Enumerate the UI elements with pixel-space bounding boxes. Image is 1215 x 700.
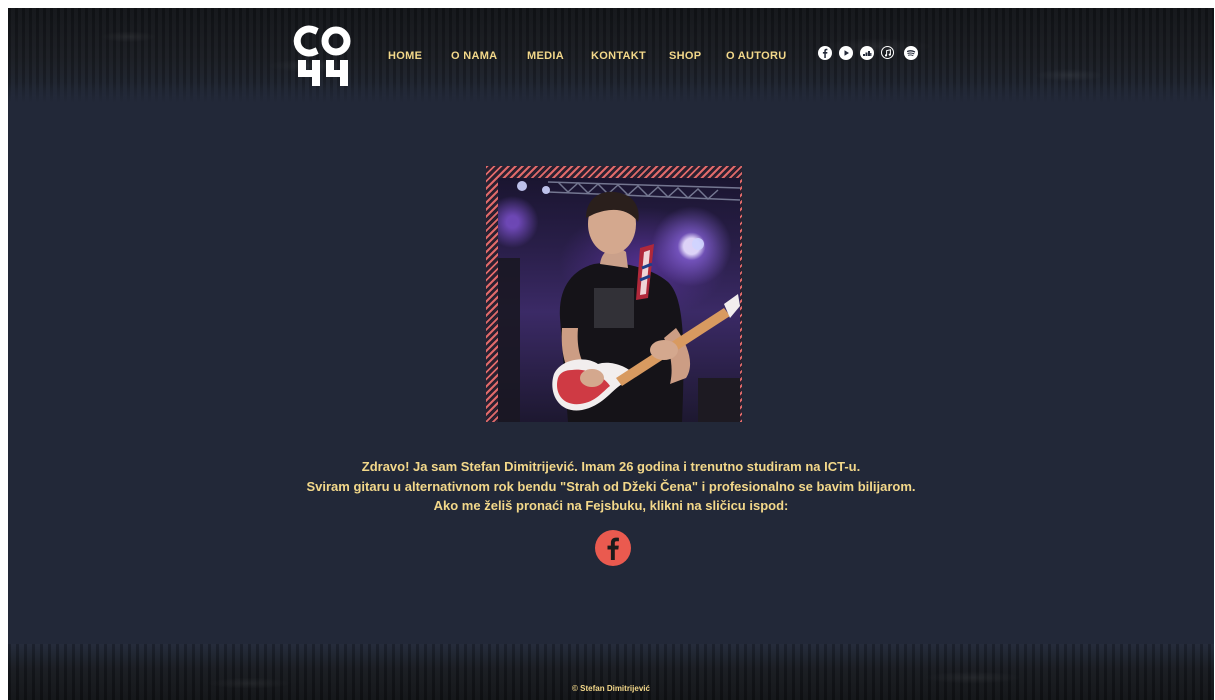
nav-shop[interactable]: SHOP: [669, 50, 701, 62]
itunes-icon[interactable]: [881, 46, 894, 59]
nav-o-nama[interactable]: O NAMA: [451, 50, 497, 62]
author-photo: [498, 178, 740, 422]
facebook-icon[interactable]: [818, 46, 832, 60]
facebook-link-button[interactable]: [595, 530, 631, 566]
nav-home[interactable]: HOME: [388, 50, 422, 62]
intro-line-2: Sviram gitaru u alternativnom rok bendu …: [306, 479, 916, 494]
facebook-icon: [607, 537, 619, 560]
page: HOME O NAMA MEDIA KONTAKT SHOP O AUTORU: [8, 8, 1214, 700]
spotify-icon[interactable]: [904, 46, 918, 60]
youtube-icon[interactable]: [839, 46, 853, 60]
intro-line-3: Ako me želiš pronaći na Fejsbuku, klikni…: [433, 498, 789, 513]
logo-icon: [293, 25, 351, 86]
band-logo[interactable]: [292, 22, 356, 88]
intro-line-1: Zdravo! Ja sam Stefan Dimitrijević. Imam…: [361, 459, 861, 474]
nav-kontakt[interactable]: KONTAKT: [591, 50, 646, 62]
nav-o-autoru[interactable]: O AUTORU: [726, 50, 786, 62]
nav-media[interactable]: MEDIA: [527, 50, 564, 62]
deezer-icon[interactable]: [860, 46, 874, 60]
copyright-text: © Stefan Dimitrijević: [572, 684, 650, 693]
